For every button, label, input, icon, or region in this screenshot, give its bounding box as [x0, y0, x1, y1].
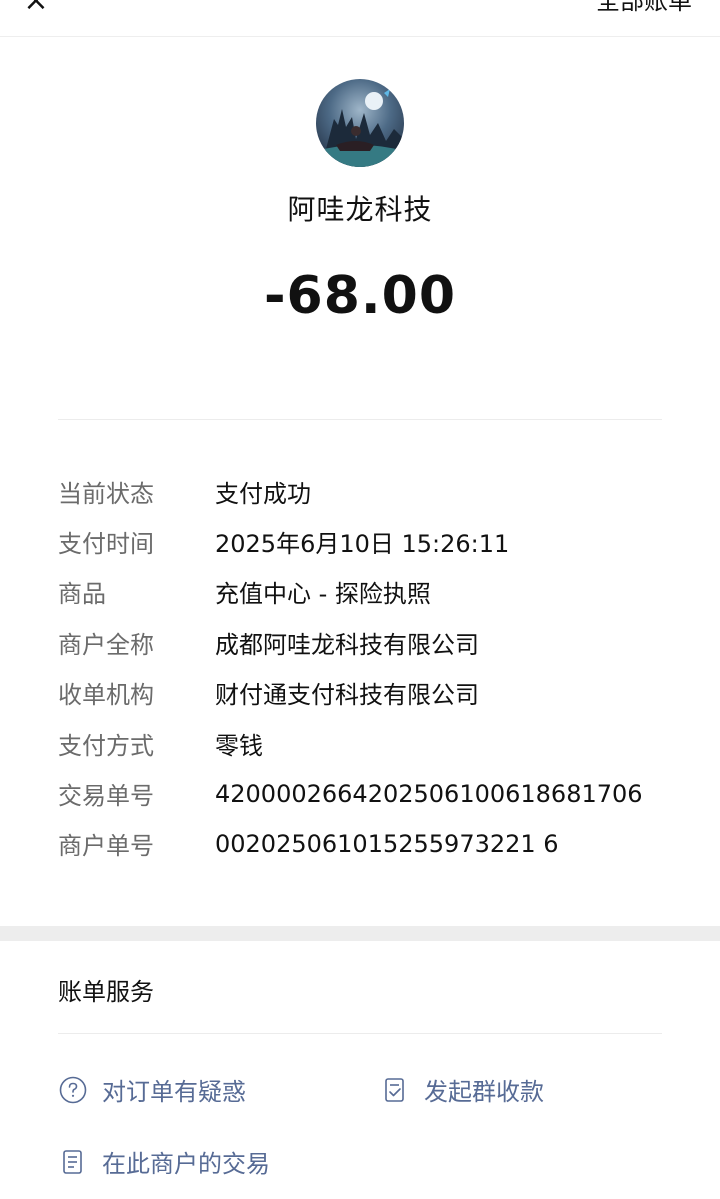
detail-value: 成都阿哇龙科技有限公司	[215, 630, 479, 659]
detail-value: 零钱	[215, 731, 263, 760]
close-icon[interactable]: ×	[18, 0, 54, 16]
bill-services-title: 账单服务	[58, 978, 154, 1006]
group-collect-link[interactable]: 发起群收款	[380, 1072, 544, 1107]
detail-label: 商户单号	[58, 832, 154, 861]
detail-row-merchant-order-id: 商户单号 002025061015255973221 6	[58, 819, 678, 869]
detail-label: 支付方式	[58, 731, 154, 760]
detail-row-product: 商品 充值中心 - 探险执照	[58, 567, 678, 617]
payment-amount: -68.00	[263, 266, 457, 326]
section-separator	[0, 926, 720, 941]
detail-value: 支付成功	[215, 479, 311, 508]
service-label: 在此商户的交易	[102, 1150, 270, 1178]
document-list-icon	[63, 1149, 82, 1174]
detail-label: 当前状态	[58, 479, 154, 508]
question-circle-icon	[59, 1076, 87, 1103]
detail-value: 财付通支付科技有限公司	[215, 681, 479, 710]
detail-label: 商户全称	[58, 630, 154, 659]
service-label: 对订单有疑惑	[102, 1078, 246, 1106]
detail-label: 支付时间	[58, 530, 154, 559]
detail-row-pay-time: 支付时间 2025年6月10日 15:26:11	[58, 516, 678, 566]
group-collect-icon	[385, 1077, 404, 1102]
detail-row-pay-method: 支付方式 零钱	[58, 718, 678, 768]
detail-row-merchant-full-name: 商户全称 成都阿哇龙科技有限公司	[58, 617, 678, 667]
detail-row-status: 当前状态 支付成功	[58, 466, 678, 516]
detail-value: 2025年6月10日 15:26:11	[215, 530, 510, 559]
detail-row-acquirer: 收单机构 财付通支付科技有限公司	[58, 668, 678, 718]
merchant-name: 阿哇龙科技	[287, 193, 433, 226]
transaction-details: 当前状态 支付成功 支付时间 2025年6月10日 15:26:11 商品 充值…	[58, 466, 678, 869]
merchant-avatar	[316, 79, 404, 167]
detail-row-transaction-id: 交易单号 4200002664202506100618681706	[58, 768, 678, 818]
divider	[58, 419, 662, 420]
service-label: 发起群收款	[424, 1078, 544, 1106]
detail-value: 充值中心 - 探险执照	[215, 580, 431, 609]
detail-value: 002025061015255973221 6	[215, 829, 559, 858]
detail-label: 收单机构	[58, 681, 154, 710]
order-question-link[interactable]: 对订单有疑惑	[58, 1072, 246, 1107]
detail-label: 交易单号	[58, 782, 154, 811]
divider	[58, 1033, 662, 1034]
all-bills-link[interactable]: 全部账单	[596, 0, 692, 16]
top-bar: × 全部账单	[0, 0, 720, 37]
detail-value: 4200002664202506100618681706	[215, 779, 643, 808]
merchant-transactions-link[interactable]: 在此商户的交易	[58, 1144, 270, 1179]
detail-label: 商品	[58, 580, 106, 609]
